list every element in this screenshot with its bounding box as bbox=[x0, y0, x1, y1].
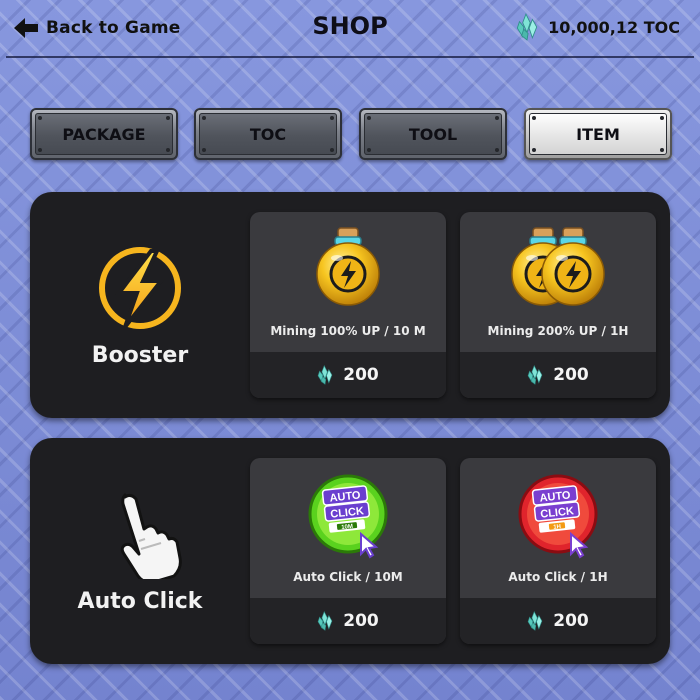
shop-item-card[interactable]: Mining 100% UP / 10 M 200 bbox=[250, 212, 446, 398]
shop-tabs: PACKAGE TOC TOOL ITEM bbox=[30, 108, 672, 160]
category-label: Auto Click bbox=[77, 588, 203, 614]
lightning-icon bbox=[99, 246, 181, 329]
tab-package[interactable]: PACKAGE bbox=[30, 108, 178, 160]
category-booster: Booster bbox=[30, 192, 250, 418]
currency-balance: 10,000,12 TOC bbox=[516, 12, 680, 42]
header-divider bbox=[6, 56, 694, 58]
tab-label: ITEM bbox=[576, 124, 620, 144]
item-price: 200 bbox=[553, 365, 589, 385]
tab-toc[interactable]: TOC bbox=[194, 108, 342, 160]
buy-price-button[interactable]: 200 bbox=[250, 352, 446, 398]
crystal-icon bbox=[516, 13, 538, 41]
tab-label: TOC bbox=[249, 124, 287, 144]
booster-potion-icon bbox=[313, 226, 383, 306]
tab-label: TOOL bbox=[408, 124, 458, 144]
item-price: 200 bbox=[343, 611, 379, 631]
crystal-icon bbox=[527, 611, 543, 631]
item-name: Mining 100% UP / 10 M bbox=[270, 324, 426, 338]
tab-item[interactable]: ITEM bbox=[524, 108, 672, 160]
svg-text:10M: 10M bbox=[341, 524, 353, 531]
shop-item-card[interactable]: Mining 200% UP / 1H 200 bbox=[460, 212, 656, 398]
auto-click-section: Auto Click AUTO CLICK 10M Auto Click / 1… bbox=[30, 438, 670, 664]
svg-text:1H: 1H bbox=[553, 524, 561, 531]
category-auto-click: Auto Click bbox=[30, 438, 250, 664]
double-booster-potion-icon bbox=[510, 226, 606, 306]
pointer-hand-icon bbox=[120, 493, 182, 579]
tab-label: PACKAGE bbox=[62, 124, 146, 144]
auto-click-red-badge-icon: AUTO CLICK 1H bbox=[518, 474, 598, 559]
item-name: Mining 200% UP / 1H bbox=[487, 324, 629, 338]
shop-item-card[interactable]: AUTO CLICK 10M Auto Click / 10M 200 bbox=[250, 458, 446, 644]
item-price: 200 bbox=[343, 365, 379, 385]
shop-item-card[interactable]: AUTO CLICK 1H Auto Click / 1H 200 bbox=[460, 458, 656, 644]
crystal-icon bbox=[317, 365, 333, 385]
item-name: Auto Click / 10M bbox=[293, 570, 403, 584]
booster-section: Booster Mining 100% UP / 10 M 200 Mining… bbox=[30, 192, 670, 418]
top-bar: Back to Game SHOP 10,000,12 TOC bbox=[0, 0, 700, 58]
tab-tool[interactable]: TOOL bbox=[359, 108, 507, 160]
crystal-icon bbox=[317, 611, 333, 631]
buy-price-button[interactable]: 200 bbox=[460, 352, 656, 398]
auto-click-green-badge-icon: AUTO CLICK 10M bbox=[308, 474, 388, 559]
item-price: 200 bbox=[553, 611, 589, 631]
crystal-icon bbox=[527, 365, 543, 385]
category-label: Booster bbox=[91, 342, 189, 368]
buy-price-button[interactable]: 200 bbox=[250, 598, 446, 644]
item-name: Auto Click / 1H bbox=[508, 570, 608, 584]
buy-price-button[interactable]: 200 bbox=[460, 598, 656, 644]
balance-value: 10,000,12 TOC bbox=[548, 17, 680, 37]
